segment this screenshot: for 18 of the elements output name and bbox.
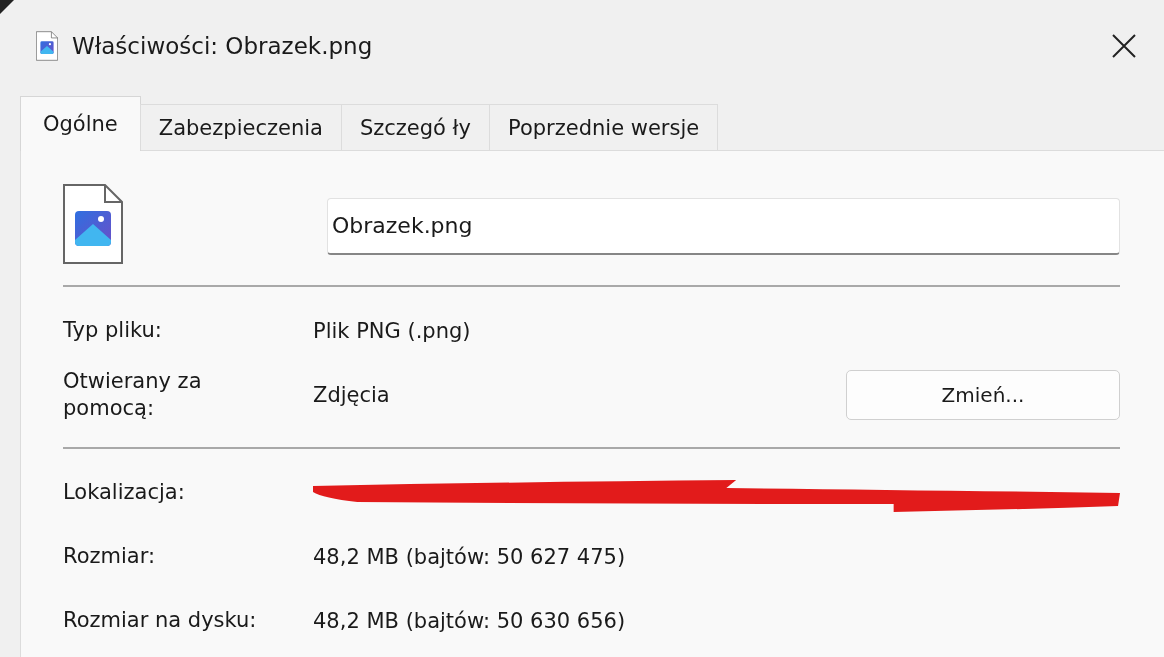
image-file-icon bbox=[36, 31, 58, 61]
property-value: 48,2 MB (bajtów: 50 630 656) bbox=[313, 609, 627, 633]
change-button[interactable]: Zmień... bbox=[846, 370, 1120, 420]
close-icon bbox=[1111, 33, 1137, 59]
tab[interactable]: Ogólne bbox=[20, 96, 141, 151]
image-file-icon bbox=[63, 184, 123, 264]
property-label: Rozmiar na dysku: bbox=[63, 607, 258, 635]
property-value: Zdjęcia bbox=[313, 383, 391, 407]
window-title: Właściwości: Obrazek.png bbox=[72, 33, 374, 59]
property-label: Typ pliku: bbox=[63, 317, 163, 345]
file-name-field[interactable]: Obrazek.png bbox=[327, 197, 1120, 255]
property-value: Plik PNG (.png) bbox=[313, 319, 472, 343]
property-label: Lokalizacja: bbox=[63, 479, 186, 507]
property-value: 48,2 MB (bajtów: 50 627 475) bbox=[313, 545, 627, 569]
tab[interactable]: Zabezpieczenia bbox=[139, 104, 342, 150]
tab[interactable]: Poprzednie wersje bbox=[489, 104, 719, 150]
property-label: Otwierany za pomocą: bbox=[63, 367, 203, 422]
property-label: Rozmiar: bbox=[63, 543, 157, 571]
